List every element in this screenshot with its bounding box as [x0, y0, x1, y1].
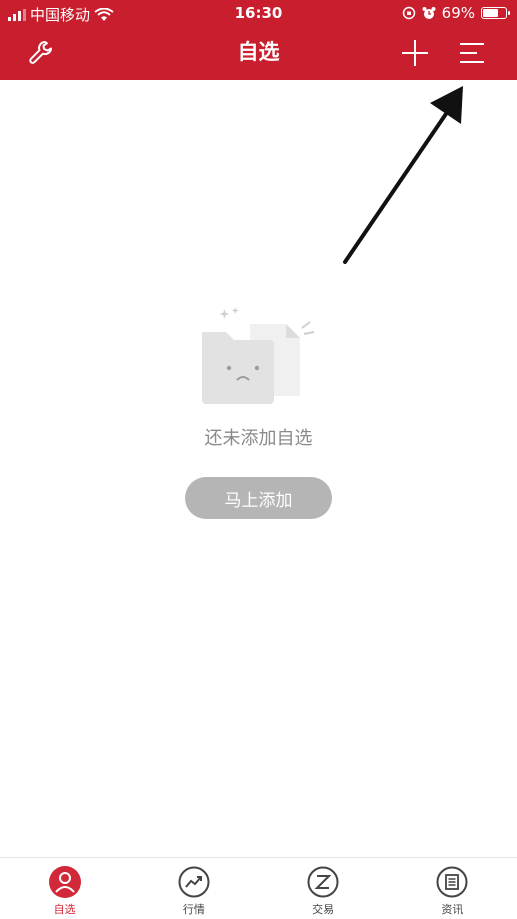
- nav-label: 行情: [182, 903, 205, 916]
- nav-item-news[interactable]: 资讯: [388, 858, 517, 919]
- news-icon: [436, 866, 468, 898]
- status-bar: 中国移动 16:30 69%: [0, 0, 517, 26]
- nav-label: 交易: [312, 903, 335, 916]
- nav-item-market[interactable]: 行情: [129, 858, 258, 919]
- top-bar: 中国移动 16:30 69% 自选: [0, 0, 517, 80]
- add-button[interactable]: [398, 36, 432, 70]
- nav-item-trade[interactable]: 交易: [259, 858, 388, 919]
- rotation-lock-icon: [402, 6, 415, 20]
- trend-chart-icon: [178, 866, 210, 898]
- menu-lines-icon: [460, 43, 484, 63]
- empty-message: 还未添加自选: [204, 428, 313, 449]
- page-title: 自选: [237, 40, 280, 64]
- alarm-icon: [422, 7, 436, 19]
- user-circle-icon: [48, 866, 81, 898]
- add-now-button[interactable]: 马上添加: [185, 477, 332, 519]
- battery-icon: [481, 7, 510, 19]
- nav-item-watchlist[interactable]: 自选: [0, 858, 129, 919]
- plus-icon: [402, 40, 428, 66]
- trade-z-icon: [307, 866, 339, 898]
- empty-folder-icon: [198, 306, 318, 408]
- bottom-nav: 自选 行情 交易 资讯: [0, 857, 517, 919]
- nav-label: 自选: [53, 903, 76, 916]
- menu-button[interactable]: [455, 36, 489, 70]
- nav-label: 资讯: [441, 903, 464, 916]
- battery-percent: 69%: [441, 4, 475, 22]
